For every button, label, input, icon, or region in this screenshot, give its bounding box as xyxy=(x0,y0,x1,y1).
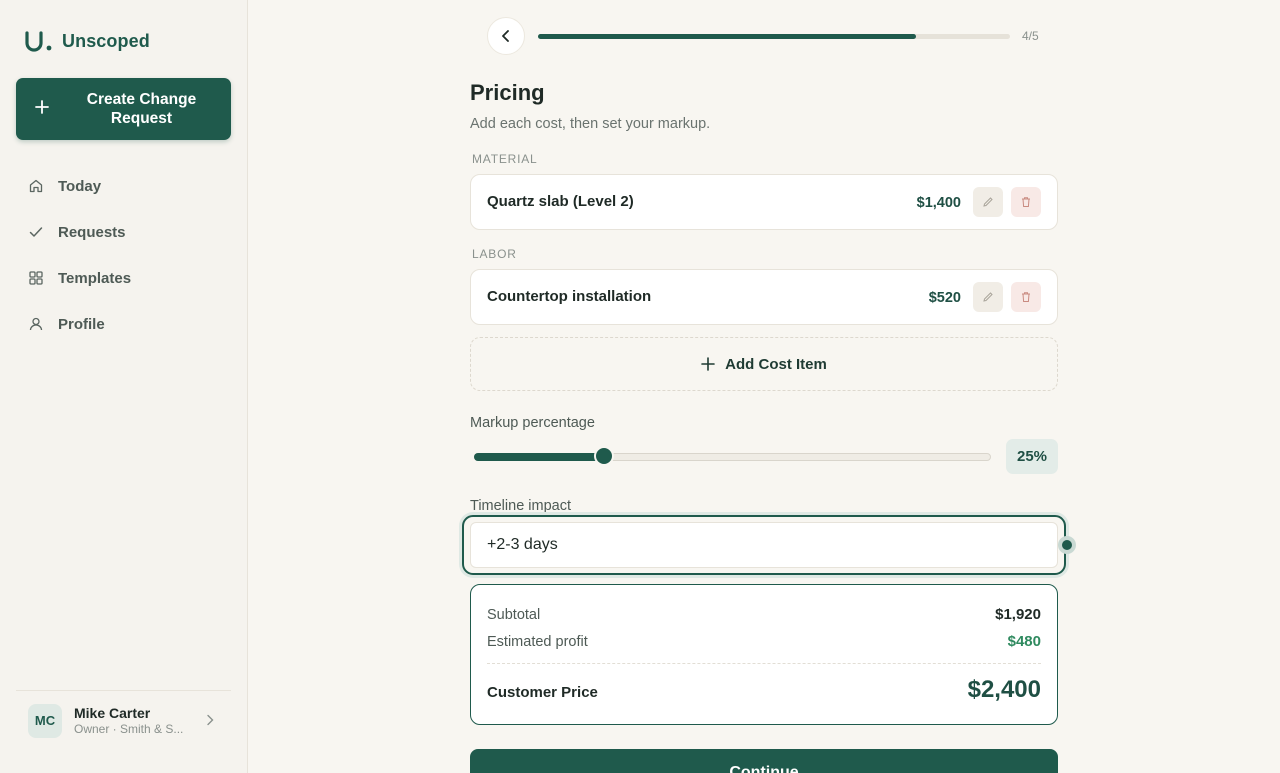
subtotal-value: $1,920 xyxy=(995,606,1041,623)
subtotal-row: Subtotal $1,920 xyxy=(487,606,1041,623)
back-button[interactable] xyxy=(487,17,525,55)
category-label-labor: LABOR xyxy=(472,247,517,261)
cost-item-card: Quartz slab (Level 2) $1,400 xyxy=(470,174,1058,230)
category-label-material: MATERIAL xyxy=(472,152,538,166)
plus-icon xyxy=(701,357,715,371)
pencil-icon xyxy=(983,292,993,302)
plus-icon xyxy=(35,100,49,114)
user-icon xyxy=(29,317,43,331)
resize-handle[interactable] xyxy=(1058,536,1076,554)
delete-button[interactable] xyxy=(1011,187,1041,217)
sidebar: Unscoped Create Change Request Today Req… xyxy=(0,0,248,773)
unscoped-logo-icon xyxy=(25,31,52,52)
grid-icon xyxy=(29,271,43,285)
cost-item-price: $520 xyxy=(928,290,961,306)
sidebar-item-label: Templates xyxy=(58,269,132,287)
brand-name: Unscoped xyxy=(62,30,150,51)
continue-button[interactable]: Continue xyxy=(470,749,1058,773)
sidebar-item-requests[interactable]: Requests xyxy=(16,209,231,255)
price-summary-card: Subtotal $1,920 Estimated profit $480 Cu… xyxy=(470,584,1058,725)
user-name: Mike Carter xyxy=(74,705,151,721)
chevron-right-icon xyxy=(207,714,214,726)
edit-button[interactable] xyxy=(973,187,1003,217)
progress-fill xyxy=(538,34,916,39)
sidebar-nav: Today Requests Templates Profile xyxy=(16,163,231,347)
customer-price-label: Customer Price xyxy=(487,684,598,701)
slider-thumb[interactable] xyxy=(595,448,612,464)
customer-price-row: Customer Price $2,400 xyxy=(487,676,1041,704)
user-role: Owner · Smith & S... xyxy=(74,722,184,736)
trash-icon xyxy=(1022,292,1030,302)
continue-label: Continue xyxy=(729,764,799,773)
timeline-impact-input[interactable] xyxy=(470,522,1058,568)
profit-row: Estimated profit $480 xyxy=(487,633,1041,650)
progress-bar xyxy=(538,34,1010,39)
cost-item-price: $1,400 xyxy=(916,195,961,211)
chevron-left-icon xyxy=(502,30,509,42)
page-title: Pricing xyxy=(470,80,545,105)
sidebar-item-today[interactable]: Today xyxy=(16,163,231,209)
profit-value: $480 xyxy=(1007,633,1041,650)
create-change-request-button[interactable]: Create Change Request xyxy=(16,78,231,140)
markup-slider[interactable] xyxy=(474,448,991,464)
sidebar-item-label: Today xyxy=(58,177,102,195)
cost-item-name: Countertop installation xyxy=(487,288,652,305)
user-text: Mike Carter Owner · Smith & S... xyxy=(74,705,192,736)
sidebar-item-label: Profile xyxy=(58,315,105,333)
slider-fill xyxy=(474,453,605,461)
sidebar-item-profile[interactable]: Profile xyxy=(16,301,231,347)
summary-divider xyxy=(487,663,1041,664)
avatar: MC xyxy=(28,703,62,738)
brand-logo[interactable]: Unscoped xyxy=(24,30,150,52)
check-icon xyxy=(29,227,43,237)
subtotal-label: Subtotal xyxy=(487,607,541,623)
delete-button[interactable] xyxy=(1011,282,1041,312)
pencil-icon xyxy=(983,197,993,207)
trash-icon xyxy=(1022,197,1030,207)
page-subtitle: Add each cost, then set your markup. xyxy=(470,116,711,132)
markup-value-badge: 25% xyxy=(1006,439,1058,474)
step-counter: 4/5 xyxy=(1022,29,1039,43)
home-icon xyxy=(29,179,43,193)
cost-item-name: Quartz slab (Level 2) xyxy=(487,193,634,210)
sidebar-item-templates[interactable]: Templates xyxy=(16,255,231,301)
profit-label: Estimated profit xyxy=(487,634,588,650)
add-cost-item-button[interactable]: Add Cost Item xyxy=(470,337,1058,391)
create-button-label: Create Change Request xyxy=(86,91,197,127)
sidebar-item-label: Requests xyxy=(58,223,126,241)
markup-label: Markup percentage xyxy=(470,415,595,431)
cost-item-card: Countertop installation $520 xyxy=(470,269,1058,325)
user-profile-card[interactable]: MC Mike Carter Owner · Smith & S... xyxy=(16,690,231,750)
add-cost-label: Add Cost Item xyxy=(725,355,827,373)
timeline-label: Timeline impact xyxy=(470,498,571,514)
customer-price-value: $2,400 xyxy=(967,676,1041,703)
edit-button[interactable] xyxy=(973,282,1003,312)
